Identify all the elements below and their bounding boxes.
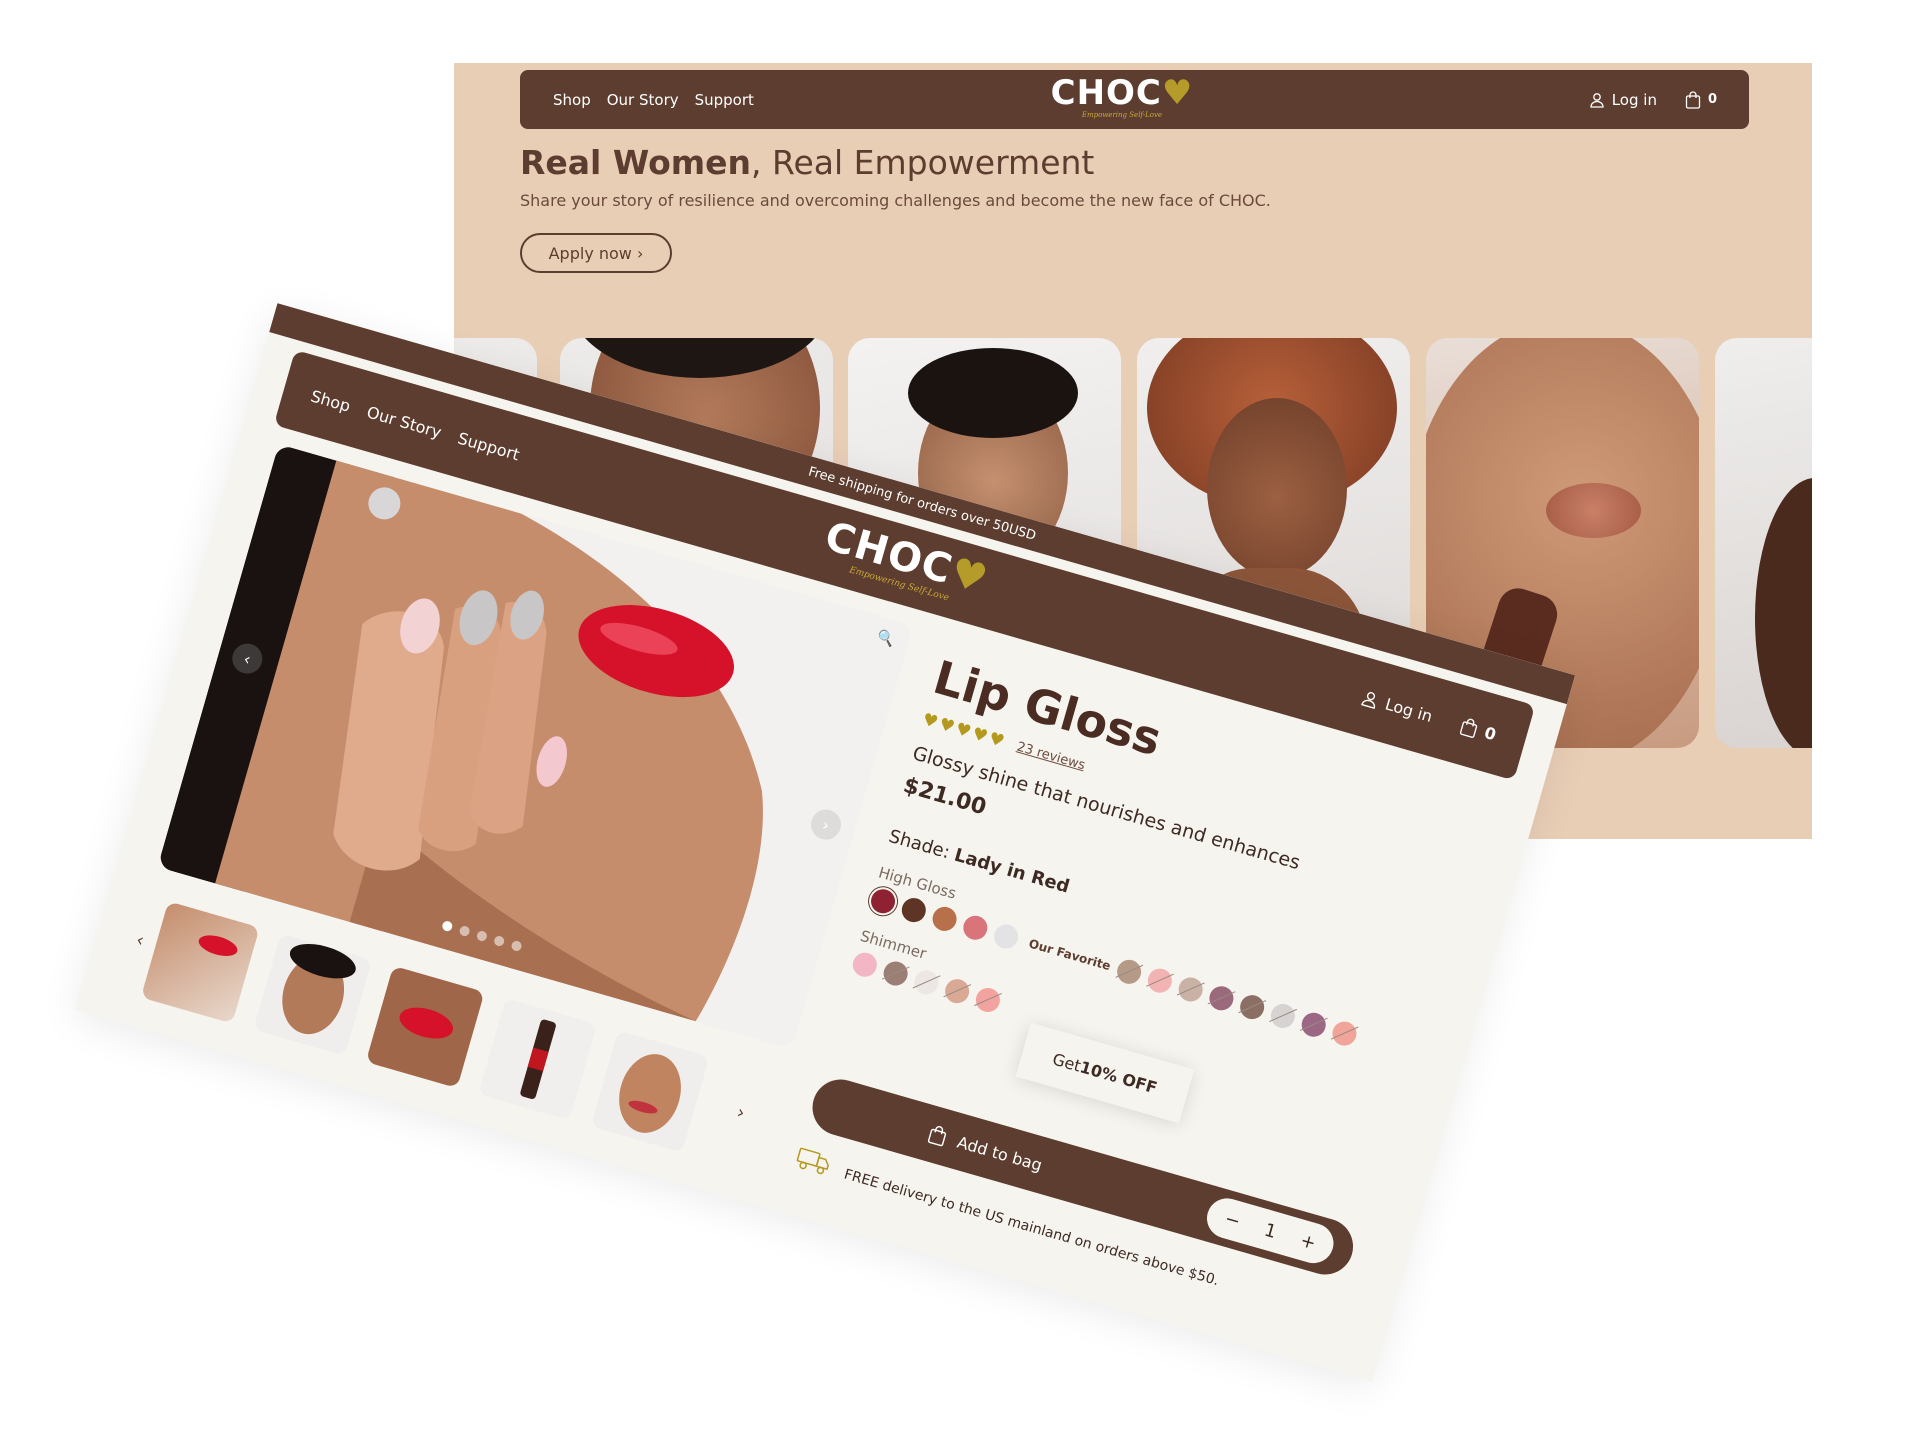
shade-swatch[interactable] bbox=[880, 958, 911, 989]
shade-swatch[interactable] bbox=[942, 976, 972, 1007]
logo-wordmark: CHOC bbox=[1050, 73, 1162, 113]
thumbnail[interactable] bbox=[140, 901, 260, 1024]
shade-swatch[interactable] bbox=[1299, 1010, 1329, 1040]
model-photo[interactable] bbox=[1715, 338, 1812, 748]
shade-swatch[interactable] bbox=[973, 985, 1003, 1015]
landing-navbar: Shop Our Story Support CHOC♥ Empowering … bbox=[520, 70, 1749, 129]
nav-link-shop[interactable]: Shop bbox=[309, 386, 353, 415]
delivery-truck-icon bbox=[792, 1145, 833, 1184]
nav-link-support[interactable]: Support bbox=[695, 91, 754, 109]
thumbnail[interactable] bbox=[365, 965, 485, 1089]
screenshot-stage: Shop Our Story Support CHOC♥ Empowering … bbox=[0, 0, 1920, 1440]
logo-tagline: Empowering Self-Love bbox=[1081, 111, 1163, 119]
thumbnail[interactable] bbox=[253, 933, 373, 1056]
user-icon bbox=[1360, 691, 1375, 709]
shade-swatch[interactable] bbox=[991, 921, 1021, 952]
shopping-bag-icon bbox=[1685, 90, 1701, 109]
cart-count: 0 bbox=[1482, 722, 1499, 744]
heart-icon: ♥ bbox=[1161, 73, 1194, 113]
hero-title-rest: , Real Empowerment bbox=[751, 143, 1095, 182]
thumbnail[interactable] bbox=[590, 1030, 710, 1153]
user-icon bbox=[1590, 92, 1604, 108]
hero-title-bold: Real Women bbox=[520, 143, 752, 182]
shade-swatch[interactable] bbox=[898, 895, 929, 925]
login-label: Log in bbox=[1611, 90, 1657, 109]
shade-swatch[interactable] bbox=[1114, 957, 1145, 987]
login-label: Log in bbox=[1383, 694, 1435, 726]
landing-nav-right: Log in 0 bbox=[1589, 70, 1717, 129]
quantity-stepper: − 1 + bbox=[1202, 1193, 1339, 1268]
shade-swatch[interactable] bbox=[1145, 965, 1176, 996]
hero-title: Real Women, Real Empowerment bbox=[520, 143, 1094, 182]
login-link[interactable]: Log in bbox=[1589, 91, 1657, 109]
choc-logo[interactable]: CHOC♥ Empowering Self-Love bbox=[1047, 76, 1197, 119]
shade-swatch[interactable] bbox=[911, 967, 942, 998]
cart-button[interactable]: 0 bbox=[1685, 90, 1717, 109]
quantity-decrease-button[interactable]: − bbox=[1222, 1208, 1242, 1232]
nav-link-our-story[interactable]: Our Story bbox=[365, 402, 444, 441]
shopping-bag-icon bbox=[1459, 718, 1478, 738]
shade-swatch[interactable] bbox=[1237, 992, 1268, 1023]
landing-nav-links: Shop Our Story Support bbox=[553, 70, 754, 129]
shade-swatch[interactable] bbox=[929, 904, 960, 934]
thumbnail[interactable] bbox=[478, 998, 598, 1121]
shade-swatch[interactable] bbox=[1330, 1018, 1360, 1049]
hero-subtitle: Share your story of resilience and overc… bbox=[520, 191, 1271, 210]
shade-swatch[interactable] bbox=[868, 886, 898, 917]
shopping-bag-icon bbox=[927, 1126, 947, 1147]
quantity-increase-button[interactable]: + bbox=[1298, 1229, 1318, 1253]
shade-swatch[interactable] bbox=[960, 912, 991, 943]
nav-link-support[interactable]: Support bbox=[456, 428, 522, 464]
nav-link-shop[interactable]: Shop bbox=[553, 91, 591, 109]
thumbs-prev-button[interactable]: ‹ bbox=[134, 929, 147, 951]
login-link[interactable]: Log in bbox=[1359, 687, 1435, 726]
shade-swatch[interactable] bbox=[1206, 983, 1237, 1014]
add-to-bag-button[interactable]: Add to bag bbox=[926, 1123, 1044, 1175]
shade-swatch[interactable] bbox=[850, 949, 880, 980]
shade-swatch[interactable] bbox=[1268, 1001, 1299, 1031]
apply-now-button[interactable]: Apply now › bbox=[520, 233, 672, 273]
cart-count: 0 bbox=[1707, 92, 1717, 107]
quantity-value[interactable]: 1 bbox=[1262, 1219, 1279, 1242]
shade-swatch[interactable] bbox=[1176, 974, 1206, 1005]
nav-link-our-story[interactable]: Our Story bbox=[607, 91, 679, 109]
discount-amount: 10% OFF bbox=[1077, 1056, 1160, 1097]
add-to-bag-label: Add to bag bbox=[955, 1132, 1045, 1175]
cart-button[interactable]: 0 bbox=[1458, 716, 1498, 744]
shade-label: Shade: bbox=[886, 825, 953, 864]
